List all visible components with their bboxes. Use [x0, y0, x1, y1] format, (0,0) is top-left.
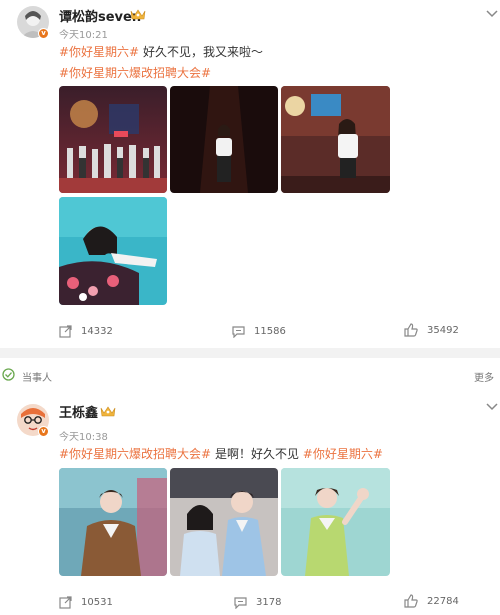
verified-badge-icon: v: [38, 426, 49, 437]
like-icon: [404, 594, 418, 608]
like-button[interactable]: 35492: [404, 323, 459, 337]
post-text: #你好星期六爆改招聘大会# 是啊！好久不见 #你好星期六#: [59, 445, 383, 462]
post-time: 今天10:38: [59, 432, 108, 443]
related-label: 当事人: [22, 373, 52, 384]
crown-icon: [100, 406, 116, 417]
tag-icon: [2, 368, 15, 381]
repost-button[interactable]: 10531: [59, 596, 113, 609]
topic-link[interactable]: #你好星期六#: [303, 447, 383, 461]
post-text-body: 好久不见，我又来啦～: [139, 45, 263, 59]
comment-icon: [232, 326, 245, 338]
post-text-line2: #你好星期六爆改招聘大会#: [59, 64, 211, 81]
topic-link[interactable]: #你好星期六爆改招聘大会#: [59, 447, 211, 461]
crown-icon: [130, 9, 146, 20]
post-photo[interactable]: [170, 468, 278, 576]
username[interactable]: 王栎鑫: [59, 402, 98, 421]
repost-button[interactable]: 14332: [59, 325, 113, 338]
post-text: #你好星期六# 好久不见，我又来啦～: [59, 43, 263, 60]
repost-count: 10531: [81, 597, 113, 608]
chevron-down-icon[interactable]: [486, 10, 498, 18]
post-text-body: 是啊！好久不见: [211, 447, 303, 461]
like-button[interactable]: 22784: [404, 594, 459, 608]
verified-badge-icon: v: [38, 28, 49, 39]
comment-count: 11586: [254, 326, 286, 337]
more-link[interactable]: 更多: [474, 369, 494, 384]
username[interactable]: 谭松韵seven: [59, 6, 141, 25]
repost-count: 14332: [81, 326, 113, 337]
like-icon: [404, 323, 418, 337]
post-photo[interactable]: [59, 86, 167, 193]
like-count: 22784: [427, 595, 459, 607]
comment-button[interactable]: 3178: [234, 596, 281, 609]
related-header: 当事人 更多: [0, 362, 500, 386]
comment-icon: [234, 597, 247, 609]
repost-icon: [59, 596, 72, 609]
post-photo[interactable]: [59, 468, 167, 576]
topic-link[interactable]: #你好星期六爆改招聘大会#: [59, 66, 211, 80]
post-photo[interactable]: [281, 468, 390, 576]
like-count: 35492: [427, 324, 459, 336]
post-card-1: v 谭松韵seven 今天10:21 #你好星期六# 好久不见，我又来啦～ #你…: [0, 0, 500, 348]
chevron-down-icon[interactable]: [486, 403, 498, 411]
comment-button[interactable]: 11586: [232, 325, 286, 338]
post-photo[interactable]: [170, 86, 278, 193]
comment-count: 3178: [256, 597, 282, 608]
topic-link[interactable]: #你好星期六#: [59, 45, 139, 59]
repost-icon: [59, 325, 72, 338]
post-divider: [0, 348, 500, 358]
post-time: 今天10:21: [59, 30, 108, 41]
post-photo[interactable]: [281, 86, 390, 193]
post-photo[interactable]: [59, 197, 167, 305]
